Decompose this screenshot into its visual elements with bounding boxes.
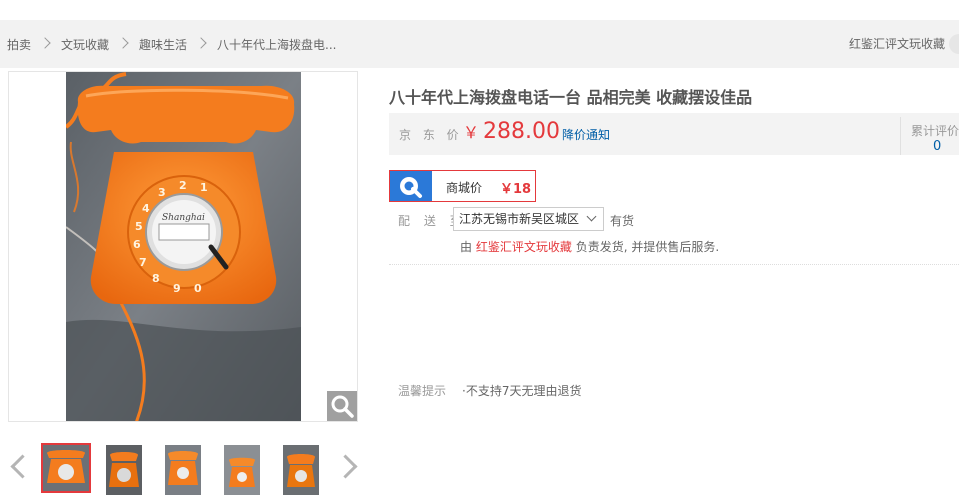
section-divider bbox=[389, 264, 959, 265]
seller-info: 由 红鉴汇评文玩收藏 负责发货, 并提供售后服务. bbox=[460, 238, 719, 255]
dial-digit: 0 bbox=[194, 282, 202, 295]
review-summary: 累计评价 0 bbox=[900, 117, 959, 155]
mall-price-label: 商城价 bbox=[446, 181, 483, 195]
chevron-right-icon bbox=[39, 37, 51, 49]
chevron-right-icon[interactable] bbox=[333, 454, 358, 479]
breadcrumb-collectibles[interactable]: 文玩收藏 bbox=[61, 36, 109, 53]
price-drop-notify-link[interactable]: 降价通知 bbox=[562, 126, 610, 143]
thumbnail-4[interactable] bbox=[224, 445, 260, 495]
dial-digit: 2 bbox=[179, 179, 187, 192]
product-main-image[interactable]: Shanghai 1 2 3 4 5 6 7 8 9 0 bbox=[66, 72, 301, 421]
thumbnail-1[interactable] bbox=[41, 443, 91, 493]
stock-status: 有货 bbox=[610, 214, 635, 228]
dial-digit: 9 bbox=[173, 282, 181, 295]
chevron-right-icon bbox=[117, 37, 129, 49]
price-label: 京 东 价 bbox=[399, 128, 463, 142]
mall-price-box[interactable]: 商城价 ￥18 bbox=[389, 170, 536, 202]
dial-digit: 3 bbox=[158, 186, 166, 199]
tip-text: ·不支持7天无理由退货 bbox=[462, 384, 582, 398]
price-value: 288.00 bbox=[483, 119, 560, 144]
dial-digit: 4 bbox=[142, 202, 150, 215]
tip-label: 温馨提示 bbox=[398, 384, 447, 398]
mall-price-value: ￥18 bbox=[500, 182, 532, 197]
currency-symbol: ￥ bbox=[463, 123, 480, 142]
review-label: 累计评价 bbox=[911, 124, 959, 138]
seller-suffix: 负责发货, 并提供售后服务. bbox=[575, 240, 720, 254]
dial-digit: 5 bbox=[135, 220, 143, 233]
chevron-down-icon bbox=[586, 211, 597, 222]
chevron-right-icon bbox=[195, 37, 207, 49]
breadcrumb-fun-life[interactable]: 趣味生活 bbox=[139, 36, 187, 53]
thumbnail-3[interactable] bbox=[165, 445, 201, 495]
magnifier-icon bbox=[331, 395, 354, 418]
dial-digit: 8 bbox=[152, 272, 160, 285]
rotary-phone-image: Shanghai 1 2 3 4 5 6 7 8 9 0 bbox=[66, 72, 301, 421]
breadcrumb-current-product[interactable]: 八十年代上海拨盘电... bbox=[217, 36, 336, 53]
zoom-button[interactable] bbox=[327, 391, 357, 421]
price-bar: 京 东 价 ￥ 288.00 降价通知 累计评价 0 bbox=[389, 113, 959, 155]
shop-name-link[interactable]: 红鉴汇评文玩收藏 bbox=[849, 20, 945, 68]
main-image-panel: Shanghai 1 2 3 4 5 6 7 8 9 0 bbox=[8, 71, 358, 422]
shop-avatar[interactable] bbox=[949, 34, 959, 54]
thumbnail-strip bbox=[0, 440, 370, 500]
region-value: 江苏无锡市新吴区城区 bbox=[459, 212, 580, 226]
shipping-region-select[interactable]: 江苏无锡市新吴区城区 bbox=[453, 207, 604, 231]
phone-brand-text: Shanghai bbox=[162, 213, 205, 223]
seller-link[interactable]: 红鉴汇评文玩收藏 bbox=[476, 240, 572, 254]
breadcrumb-auction[interactable]: 拍卖 bbox=[7, 36, 31, 53]
thumbnail-2[interactable] bbox=[106, 445, 142, 495]
product-price: ￥ 288.00 bbox=[463, 119, 560, 144]
mall-logo-icon bbox=[390, 171, 432, 201]
chevron-left-icon[interactable] bbox=[10, 454, 35, 479]
thumbnail-5[interactable] bbox=[283, 445, 319, 495]
review-count-link[interactable]: 0 bbox=[933, 139, 941, 154]
breadcrumb: 拍卖 文玩收藏 趣味生活 八十年代上海拨盘电... bbox=[7, 20, 337, 68]
product-title: 八十年代上海拨盘电话一台 品相完美 收藏摆设佳品 bbox=[389, 88, 753, 107]
breadcrumb-bar: 拍卖 文玩收藏 趣味生活 八十年代上海拨盘电... 红鉴汇评文玩收藏 bbox=[0, 20, 959, 68]
dial-digit: 7 bbox=[139, 256, 147, 269]
seller-prefix: 由 bbox=[460, 240, 473, 254]
dial-digit: 1 bbox=[200, 181, 208, 194]
dial-digit: 6 bbox=[133, 238, 141, 251]
